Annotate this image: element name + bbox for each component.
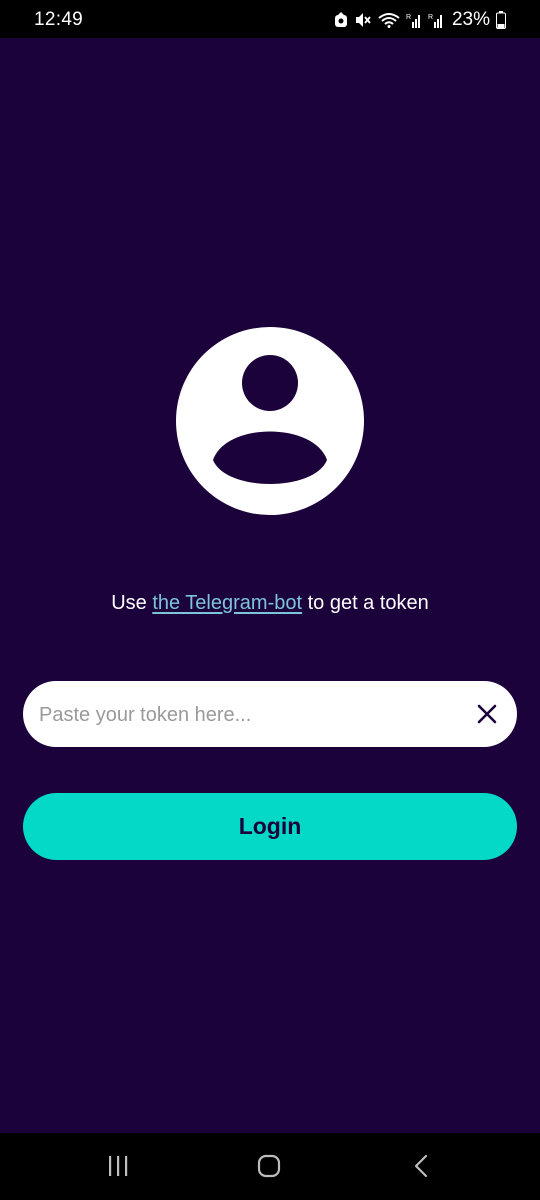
wifi-icon — [378, 12, 400, 28]
home-icon[interactable] — [254, 1153, 284, 1181]
login-button[interactable]: Login — [23, 793, 517, 860]
token-input[interactable] — [37, 681, 461, 749]
app-notification-icon — [334, 12, 348, 28]
status-bar: 12:49 R R 23% — [0, 0, 540, 38]
signal-icon: R — [428, 12, 444, 28]
back-icon[interactable] — [406, 1153, 436, 1181]
mute-icon — [354, 12, 372, 28]
signal-icon: R — [406, 12, 422, 28]
status-time: 12:49 — [34, 9, 84, 30]
helper-suffix: to get a token — [302, 592, 429, 614]
user-avatar-icon — [176, 327, 364, 515]
telegram-bot-link[interactable]: the Telegram-bot — [152, 592, 302, 614]
helper-prefix: Use — [111, 592, 153, 614]
status-icons: R R 23% — [334, 9, 506, 31]
navigation-bar — [0, 1133, 540, 1200]
login-screen: 12:49 R R 23% Use the Telegram-bot to ge… — [0, 0, 540, 1200]
battery-icon — [496, 11, 506, 29]
svg-text:R: R — [406, 14, 411, 21]
helper-text: Use the Telegram-bot to get a token — [0, 592, 540, 615]
recent-apps-icon[interactable] — [103, 1153, 133, 1181]
token-field — [23, 681, 517, 749]
battery-percentage: 23% — [451, 9, 490, 30]
close-icon[interactable] — [473, 700, 501, 728]
svg-text:R: R — [428, 14, 433, 21]
